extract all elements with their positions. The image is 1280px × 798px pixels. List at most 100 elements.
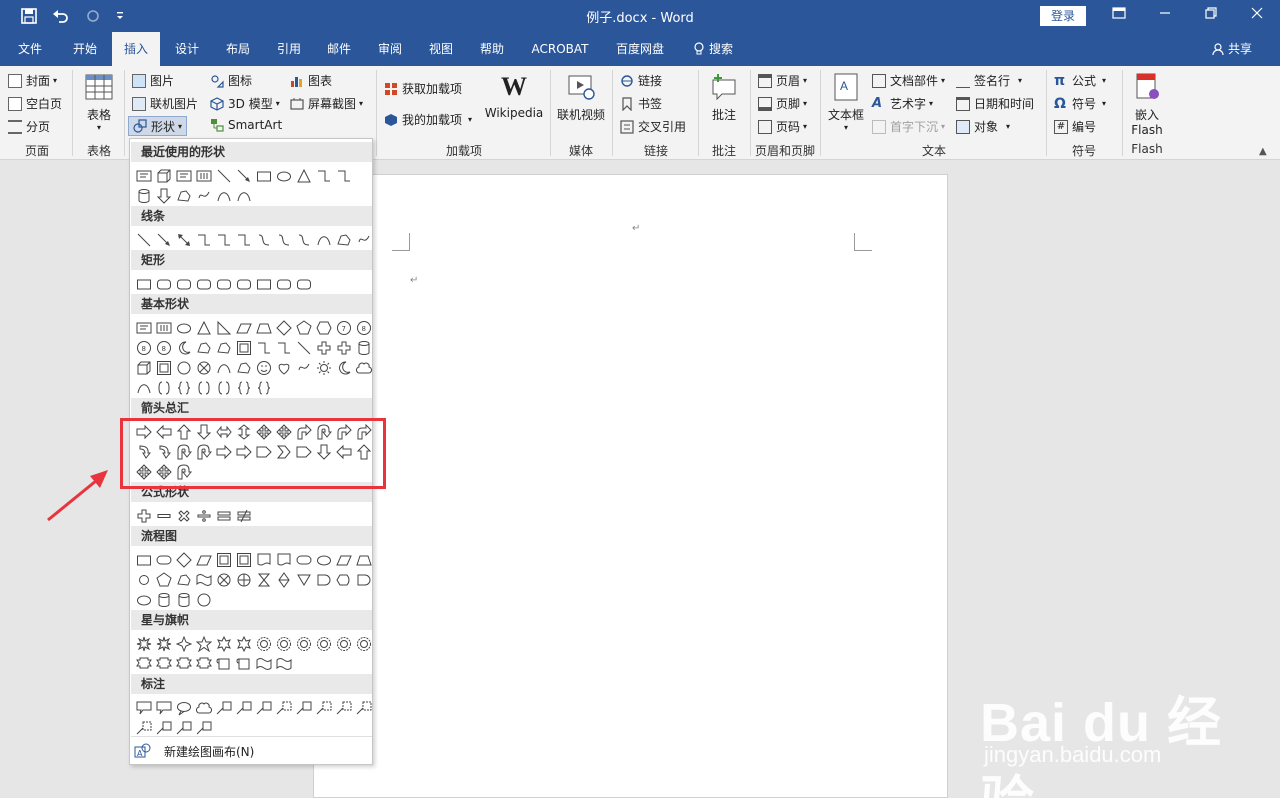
shape-rtriangle-icon[interactable]	[214, 318, 234, 338]
shape-bracket-icon[interactable]	[194, 378, 214, 398]
shape-explosion-icon[interactable]	[154, 634, 174, 654]
shape-frame-icon[interactable]	[234, 550, 254, 570]
shape-scurve-icon[interactable]	[274, 230, 294, 250]
shape-explosion-icon[interactable]	[134, 634, 154, 654]
shape-wave-icon[interactable]	[254, 654, 274, 674]
shape-cube-icon[interactable]	[134, 358, 154, 378]
shape-roundrect-icon[interactable]	[214, 274, 234, 294]
shape-parallelogram-icon[interactable]	[194, 550, 214, 570]
shape-plus-icon[interactable]	[334, 338, 354, 358]
shape-line-icon[interactable]	[134, 230, 154, 250]
page-break-button[interactable]: 分页	[8, 118, 50, 135]
shape-lineCallout-icon[interactable]	[214, 698, 234, 718]
page-number-button[interactable]: 页码 ▾	[758, 118, 807, 135]
shape-star6-icon[interactable]	[234, 634, 254, 654]
shape-freeform-icon[interactable]	[194, 338, 214, 358]
shape-diamond-icon[interactable]	[174, 550, 194, 570]
object-button[interactable]: 对象 ▾	[956, 118, 1010, 135]
collapse-ribbon-icon[interactable]: ▲	[1259, 146, 1267, 157]
shape-oval-icon[interactable]	[274, 166, 294, 186]
shape-freeform-icon[interactable]	[174, 570, 194, 590]
shape-curve-icon[interactable]	[134, 378, 154, 398]
shape-smiley-icon[interactable]	[254, 358, 274, 378]
shape-moon-icon[interactable]	[174, 338, 194, 358]
shape-scribble-icon[interactable]	[354, 230, 374, 250]
shape-notequal-icon[interactable]	[234, 506, 254, 526]
chart-button[interactable]: 图表	[290, 72, 332, 89]
equation-button[interactable]: π 公式 ▾	[1054, 72, 1106, 89]
shape-minus-icon[interactable]	[154, 506, 174, 526]
shape-document-icon[interactable]	[254, 550, 274, 570]
shape-elbow-icon[interactable]	[274, 338, 294, 358]
shape-terminator-icon[interactable]	[154, 550, 174, 570]
header-button[interactable]: 页眉 ▾	[758, 72, 807, 89]
shape-elbow-icon[interactable]	[334, 166, 354, 186]
shape-freeform-icon[interactable]	[214, 338, 234, 358]
date-time-button[interactable]: 日期和时间	[956, 95, 1034, 112]
shape-star4-icon[interactable]	[174, 634, 194, 654]
shape-cylinder-icon[interactable]	[174, 590, 194, 610]
tab-search[interactable]: 搜索	[686, 32, 740, 66]
shape-delay-icon[interactable]	[354, 570, 374, 590]
shape-plusCircle-icon[interactable]	[234, 570, 254, 590]
new-drawing-canvas-button[interactable]: A 新建绘图画布(N)	[134, 742, 254, 760]
shape-triangle-icon[interactable]	[194, 318, 214, 338]
3d-model-button[interactable]: 3D 模型 ▾	[210, 95, 280, 112]
tab-view[interactable]: 视图	[418, 32, 464, 66]
tab-references[interactable]: 引用	[266, 32, 312, 66]
shape-cloud-icon[interactable]	[194, 698, 214, 718]
shape-scroll-icon[interactable]	[214, 654, 234, 674]
shape-scribble-icon[interactable]	[194, 186, 214, 206]
shape-trapezoid-icon[interactable]	[254, 318, 274, 338]
shape-roundrect-icon[interactable]	[194, 274, 214, 294]
shape-elbow-icon[interactable]	[234, 230, 254, 250]
tab-help[interactable]: 帮助	[468, 32, 516, 66]
document-page[interactable]: ↵ ↵	[313, 174, 948, 798]
redo-icon[interactable]	[84, 0, 102, 32]
shape-circle-icon[interactable]	[174, 358, 194, 378]
shape-ribbon-icon[interactable]	[134, 654, 154, 674]
shape-roundrect-icon[interactable]	[174, 274, 194, 294]
shape-diamond-icon[interactable]	[274, 318, 294, 338]
cross-reference-button[interactable]: 交叉引用	[620, 118, 686, 135]
tab-review[interactable]: 审阅	[366, 32, 414, 66]
shape-terminator-icon[interactable]	[294, 550, 314, 570]
get-addins-button[interactable]: 获取加载项	[384, 80, 462, 97]
number-button[interactable]: # 编号	[1054, 118, 1096, 135]
shape-seal-icon[interactable]	[314, 634, 334, 654]
blank-page-button[interactable]: 空白页	[8, 95, 62, 112]
shape-ovalCallout-icon[interactable]	[174, 698, 194, 718]
shape-ribbon-icon[interactable]	[174, 654, 194, 674]
shape-star6-icon[interactable]	[214, 634, 234, 654]
shape-curve-icon[interactable]	[234, 186, 254, 206]
shape-parallelogram-icon[interactable]	[234, 318, 254, 338]
shape-seal-icon[interactable]	[334, 634, 354, 654]
undo-icon[interactable]	[48, 0, 74, 32]
shape-arrowline-icon[interactable]	[154, 230, 174, 250]
tab-baidu-netdisk[interactable]: 百度网盘	[604, 32, 676, 66]
shape-rect-icon[interactable]	[134, 550, 154, 570]
shape-oval-icon[interactable]	[314, 550, 334, 570]
shape-frame-icon[interactable]	[234, 338, 254, 358]
shape-brace-icon[interactable]	[254, 378, 274, 398]
shape-seal-icon[interactable]	[354, 634, 374, 654]
shape-lineCallout-icon[interactable]	[254, 698, 274, 718]
textbox-button[interactable]: A 文本框 ▾	[826, 72, 866, 132]
shape-cloud-icon[interactable]	[354, 358, 374, 378]
shape-rect-icon[interactable]	[254, 274, 274, 294]
tab-file[interactable]: 文件	[8, 32, 52, 66]
shape-curve-icon[interactable]	[214, 186, 234, 206]
shape-brace-icon[interactable]	[174, 378, 194, 398]
wordart-button[interactable]: A 艺术字 ▾	[872, 95, 933, 112]
shape-freeform-icon[interactable]	[334, 230, 354, 250]
shape-arrowline-icon[interactable]	[234, 166, 254, 186]
login-button[interactable]: 登录	[1040, 6, 1086, 26]
shape-oval-icon[interactable]	[174, 318, 194, 338]
shape-dashCallout-icon[interactable]	[274, 698, 294, 718]
wikipedia-button[interactable]: W Wikipedia	[484, 72, 544, 120]
shape-octagon-icon[interactable]: 8	[154, 338, 174, 358]
shape-freeform-icon[interactable]	[174, 186, 194, 206]
comment-button[interactable]: 批注	[704, 72, 744, 123]
shape-cylinder-icon[interactable]	[134, 186, 154, 206]
shape-smallcircle-icon[interactable]	[134, 570, 154, 590]
